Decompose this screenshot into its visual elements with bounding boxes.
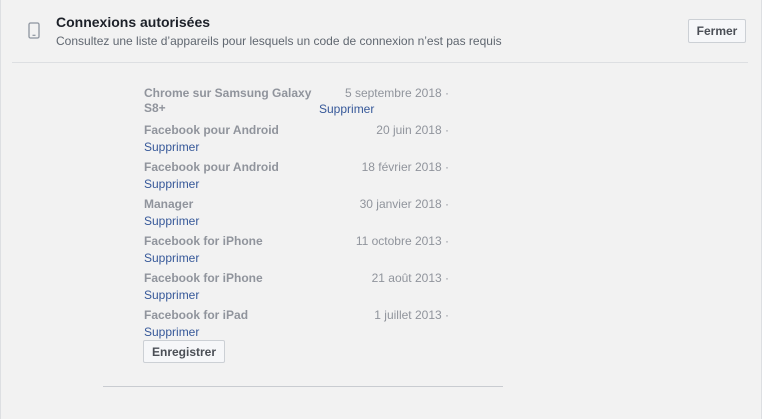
device-date: 11 octobre 2013 · bbox=[355, 234, 449, 248]
device-date: 21 août 2013 · bbox=[371, 271, 449, 285]
device-name: Chrome sur Samsung Galaxy S8+ bbox=[144, 86, 312, 115]
device-row: Chrome sur Samsung Galaxy S8+ 5 septembr… bbox=[0, 86, 762, 122]
bottom-divider bbox=[103, 386, 503, 387]
device-row: Facebook pour Android 20 juin 2018 · Sup… bbox=[0, 123, 762, 159]
device-name: Facebook pour Android bbox=[144, 123, 279, 137]
device-date: 1 juillet 2013 · bbox=[374, 308, 449, 322]
device-name: Facebook for iPhone bbox=[144, 234, 263, 248]
device-date: 30 janvier 2018 · bbox=[359, 197, 449, 211]
device-row: Facebook for iPhone 11 octobre 2013 · Su… bbox=[0, 234, 762, 270]
remove-device-link[interactable]: Supprimer bbox=[144, 177, 199, 192]
remove-device-link[interactable]: Supprimer bbox=[144, 140, 199, 155]
device-date: 20 juin 2018 · bbox=[376, 123, 449, 137]
section-subtitle: Consultez une liste d’appareils pour les… bbox=[56, 34, 502, 48]
device-date: 18 février 2018 · bbox=[361, 160, 449, 174]
section-title: Connexions autorisées bbox=[56, 14, 211, 30]
remove-device-link[interactable]: Supprimer bbox=[144, 214, 199, 229]
device-row: Facebook for iPad 1 juillet 2013 · Suppr… bbox=[0, 308, 762, 344]
remove-device-link[interactable]: Supprimer bbox=[144, 325, 199, 340]
remove-device-link[interactable]: Supprimer bbox=[319, 102, 374, 117]
device-date: 5 septembre 2018 · bbox=[344, 86, 449, 100]
device-row: Facebook pour Android 18 février 2018 · … bbox=[0, 160, 762, 196]
device-name: Manager bbox=[144, 197, 194, 211]
device-row: Facebook for iPhone 21 août 2013 · Suppr… bbox=[0, 271, 762, 307]
device-row: Manager 30 janvier 2018 · Supprimer bbox=[0, 197, 762, 233]
device-name: Facebook for iPad bbox=[144, 308, 249, 322]
remove-device-link[interactable]: Supprimer bbox=[144, 251, 199, 266]
mobile-phone-icon bbox=[28, 22, 40, 44]
save-button[interactable]: Enregistrer bbox=[143, 340, 225, 363]
close-button[interactable]: Fermer bbox=[688, 19, 746, 43]
device-name: Facebook for iPhone bbox=[144, 271, 263, 285]
remove-device-link[interactable]: Supprimer bbox=[144, 288, 199, 303]
header-divider bbox=[12, 62, 748, 63]
device-name: Facebook pour Android bbox=[144, 160, 279, 174]
authorized-logins-header: Connexions autorisées Consultez une list… bbox=[0, 0, 762, 62]
